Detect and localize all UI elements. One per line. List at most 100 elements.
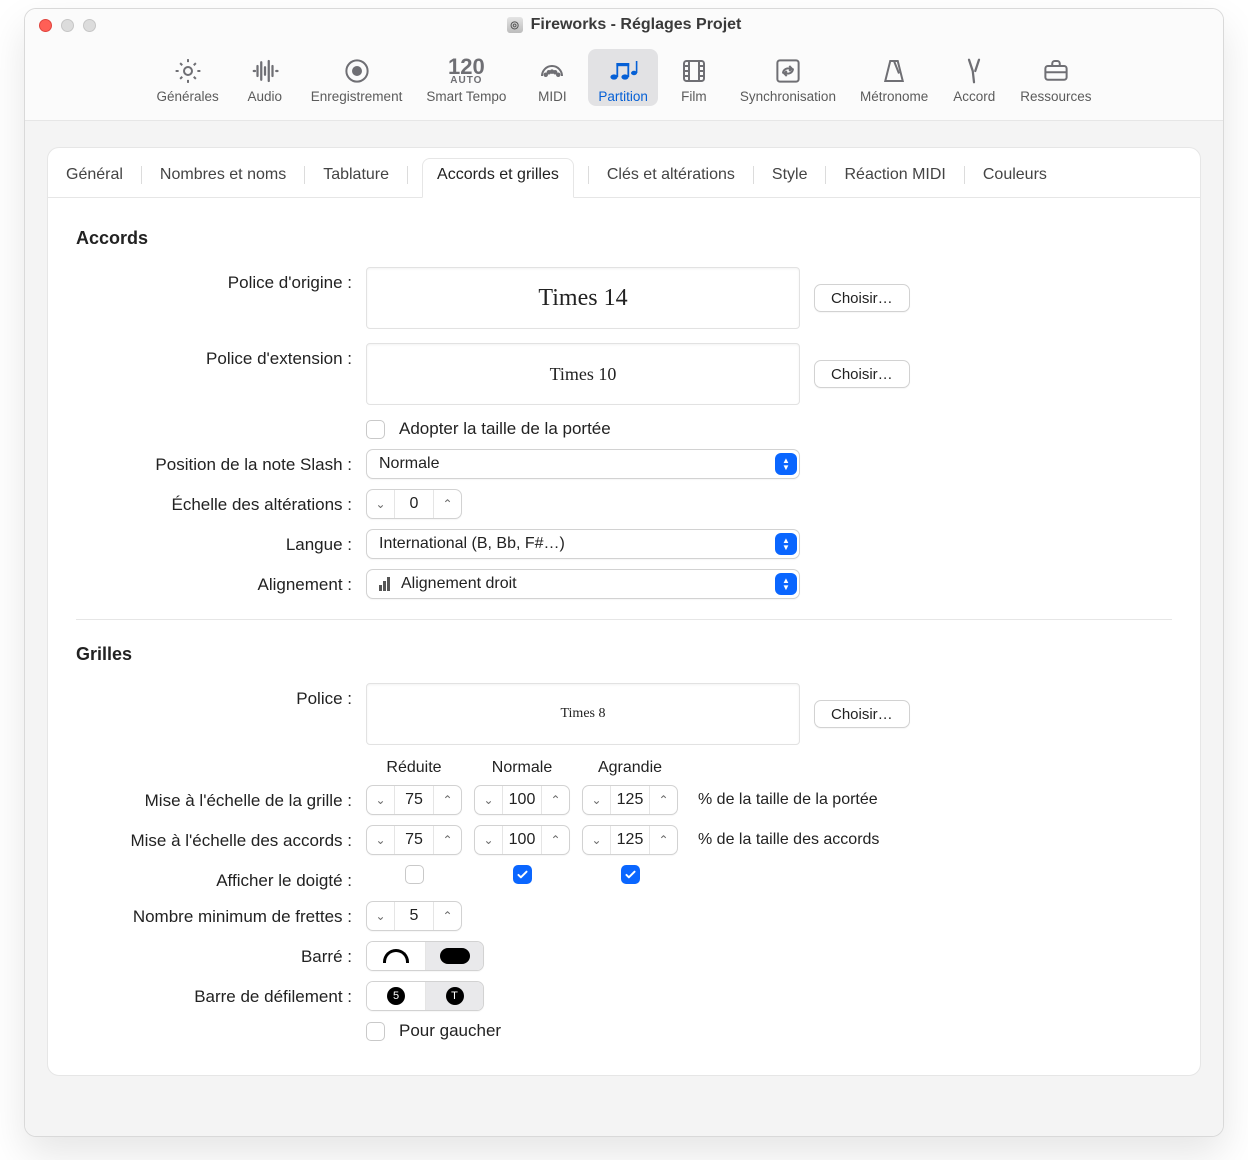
tab-recording[interactable]: Enregistrement xyxy=(301,49,413,106)
grid-font-label: Police : xyxy=(76,683,366,709)
barre-style-segmented[interactable] xyxy=(366,941,484,971)
subtab-midi-reaction[interactable]: Réaction MIDI xyxy=(840,159,949,197)
grid-scale-label: Mise à l'échelle de la grille : xyxy=(76,785,366,811)
scrollbar-number-option[interactable]: 5 xyxy=(367,982,425,1010)
grid-scale-normal-stepper[interactable]: ⌄100⌃ xyxy=(474,785,570,815)
stepper-down-icon[interactable]: ⌄ xyxy=(367,490,395,518)
barre-label: Barré : xyxy=(76,941,366,967)
fingering-small-checkbox[interactable] xyxy=(405,865,424,884)
section-grilles-title: Grilles xyxy=(76,644,1172,665)
tab-sync[interactable]: Synchronisation xyxy=(730,49,846,106)
fingering-normal-checkbox[interactable] xyxy=(513,865,532,884)
adopt-staff-size-checkbox[interactable] xyxy=(366,420,385,439)
alignment-popup[interactable]: Alignement droit ▲▼ xyxy=(366,569,800,599)
tab-midi[interactable]: MIDI xyxy=(520,49,584,106)
min-frets-label: Nombre minimum de frettes : xyxy=(76,901,366,927)
alignment-label: Alignement : xyxy=(76,569,366,595)
titlebar: ◎ Fireworks - Réglages Projet xyxy=(25,9,1223,41)
tab-assets[interactable]: Ressources xyxy=(1010,49,1101,106)
adopt-staff-size-label: Adopter la taille de la portée xyxy=(399,419,611,439)
arc-icon xyxy=(383,949,409,963)
chord-scale-small-stepper[interactable]: ⌄75⌃ xyxy=(366,825,462,855)
tab-score[interactable]: Partition xyxy=(588,49,658,106)
smart-tempo-icon: 120 AUTO xyxy=(448,53,485,89)
tab-tuning[interactable]: Accord xyxy=(942,49,1006,106)
record-icon xyxy=(342,53,372,89)
subtab-style[interactable]: Style xyxy=(768,159,812,197)
ext-font-choose-button[interactable]: Choisir… xyxy=(814,360,910,388)
briefcase-icon xyxy=(1041,53,1071,89)
window-minimize-button[interactable] xyxy=(61,19,74,32)
chord-scale-note: % de la taille des accords xyxy=(698,831,879,849)
chord-scale-large-stepper[interactable]: ⌄125⌃ xyxy=(582,825,678,855)
left-handed-label: Pour gaucher xyxy=(399,1021,501,1041)
circle-number-icon: 5 xyxy=(387,987,405,1005)
min-frets-stepper[interactable]: ⌄5⌃ xyxy=(366,901,462,931)
content-panel: Général Nombres et noms Tablature Accord… xyxy=(47,147,1201,1076)
accidental-scale-label: Échelle des altérations : xyxy=(76,489,366,515)
root-font-choose-button[interactable]: Choisir… xyxy=(814,284,910,312)
accidental-scale-stepper[interactable]: ⌄ 0 ⌃ xyxy=(366,489,462,519)
fingering-large-checkbox[interactable] xyxy=(621,865,640,884)
midi-icon xyxy=(537,53,567,89)
scrollbar-label: Barre de défilement : xyxy=(76,981,366,1007)
sync-icon xyxy=(773,53,803,89)
stepper-up-icon[interactable]: ⌃ xyxy=(433,490,461,518)
scrollbar-style-segmented[interactable]: 5 T xyxy=(366,981,484,1011)
tab-metronome[interactable]: Métronome xyxy=(850,49,938,106)
slash-position-label: Position de la note Slash : xyxy=(76,449,366,475)
panel-background: Général Nombres et noms Tablature Accord… xyxy=(25,121,1223,1136)
ext-font-preview: Times 10 xyxy=(366,343,800,405)
show-fingering-label: Afficher le doigté : xyxy=(76,865,366,891)
grid-scale-note: % de la taille de la portée xyxy=(698,791,878,809)
score-icon xyxy=(608,53,638,89)
grid-scale-large-stepper[interactable]: ⌄125⌃ xyxy=(582,785,678,815)
subtab-tablature[interactable]: Tablature xyxy=(319,159,393,197)
chord-scale-normal-stepper[interactable]: ⌄100⌃ xyxy=(474,825,570,855)
grid-font-preview: Times 8 xyxy=(366,683,800,745)
slash-position-popup[interactable]: Normale ▲▼ xyxy=(366,449,800,479)
subtab-colors[interactable]: Couleurs xyxy=(979,159,1051,197)
popup-caret-icon: ▲▼ xyxy=(775,533,797,555)
barre-pill-option[interactable] xyxy=(425,942,483,970)
toolbar: Générales Audio Enregistrement 120 AUTO … xyxy=(25,41,1223,121)
subtab-chords-grids[interactable]: Accords et grilles xyxy=(422,158,574,198)
ext-font-label: Police d'extension : xyxy=(76,343,366,369)
film-icon xyxy=(679,53,709,89)
subtabs: Général Nombres et noms Tablature Accord… xyxy=(48,148,1200,198)
window-close-button[interactable] xyxy=(39,19,52,32)
waveform-icon xyxy=(250,53,280,89)
tab-movie[interactable]: Film xyxy=(662,49,726,106)
scale-column-header: Réduite Normale Agrandie xyxy=(366,759,1172,777)
tuning-fork-icon xyxy=(959,53,989,89)
window-zoom-button[interactable] xyxy=(83,19,96,32)
scrollbar-letter-option[interactable]: T xyxy=(425,982,483,1010)
root-font-preview: Times 14 xyxy=(366,267,800,329)
pill-icon xyxy=(440,948,470,964)
gear-icon xyxy=(173,53,203,89)
language-label: Langue : xyxy=(76,529,366,555)
root-font-label: Police d'origine : xyxy=(76,267,366,293)
barre-arc-option[interactable] xyxy=(367,942,425,970)
popup-caret-icon: ▲▼ xyxy=(775,573,797,595)
language-popup[interactable]: International (B, Bb, F#…) ▲▼ xyxy=(366,529,800,559)
subtab-keys-accidentals[interactable]: Clés et altérations xyxy=(603,159,739,197)
settings-window: ◎ Fireworks - Réglages Projet Générales … xyxy=(24,8,1224,1137)
grid-scale-small-stepper[interactable]: ⌄75⌃ xyxy=(366,785,462,815)
app-icon: ◎ xyxy=(507,17,523,33)
circle-letter-icon: T xyxy=(446,987,464,1005)
left-handed-checkbox[interactable] xyxy=(366,1022,385,1041)
subtab-general[interactable]: Général xyxy=(62,159,127,197)
chord-scale-label: Mise à l'échelle des accords : xyxy=(76,825,366,851)
tab-audio[interactable]: Audio xyxy=(233,49,297,106)
window-title: Fireworks - Réglages Projet xyxy=(531,16,742,34)
divider xyxy=(76,619,1172,620)
metronome-icon xyxy=(879,53,909,89)
section-accords-title: Accords xyxy=(76,228,1172,249)
tab-general[interactable]: Générales xyxy=(146,49,228,106)
popup-caret-icon: ▲▼ xyxy=(775,453,797,475)
align-right-icon xyxy=(379,577,395,591)
grid-font-choose-button[interactable]: Choisir… xyxy=(814,700,910,728)
tab-smart-tempo[interactable]: 120 AUTO Smart Tempo xyxy=(416,49,516,106)
subtab-numbers-names[interactable]: Nombres et noms xyxy=(156,159,290,197)
